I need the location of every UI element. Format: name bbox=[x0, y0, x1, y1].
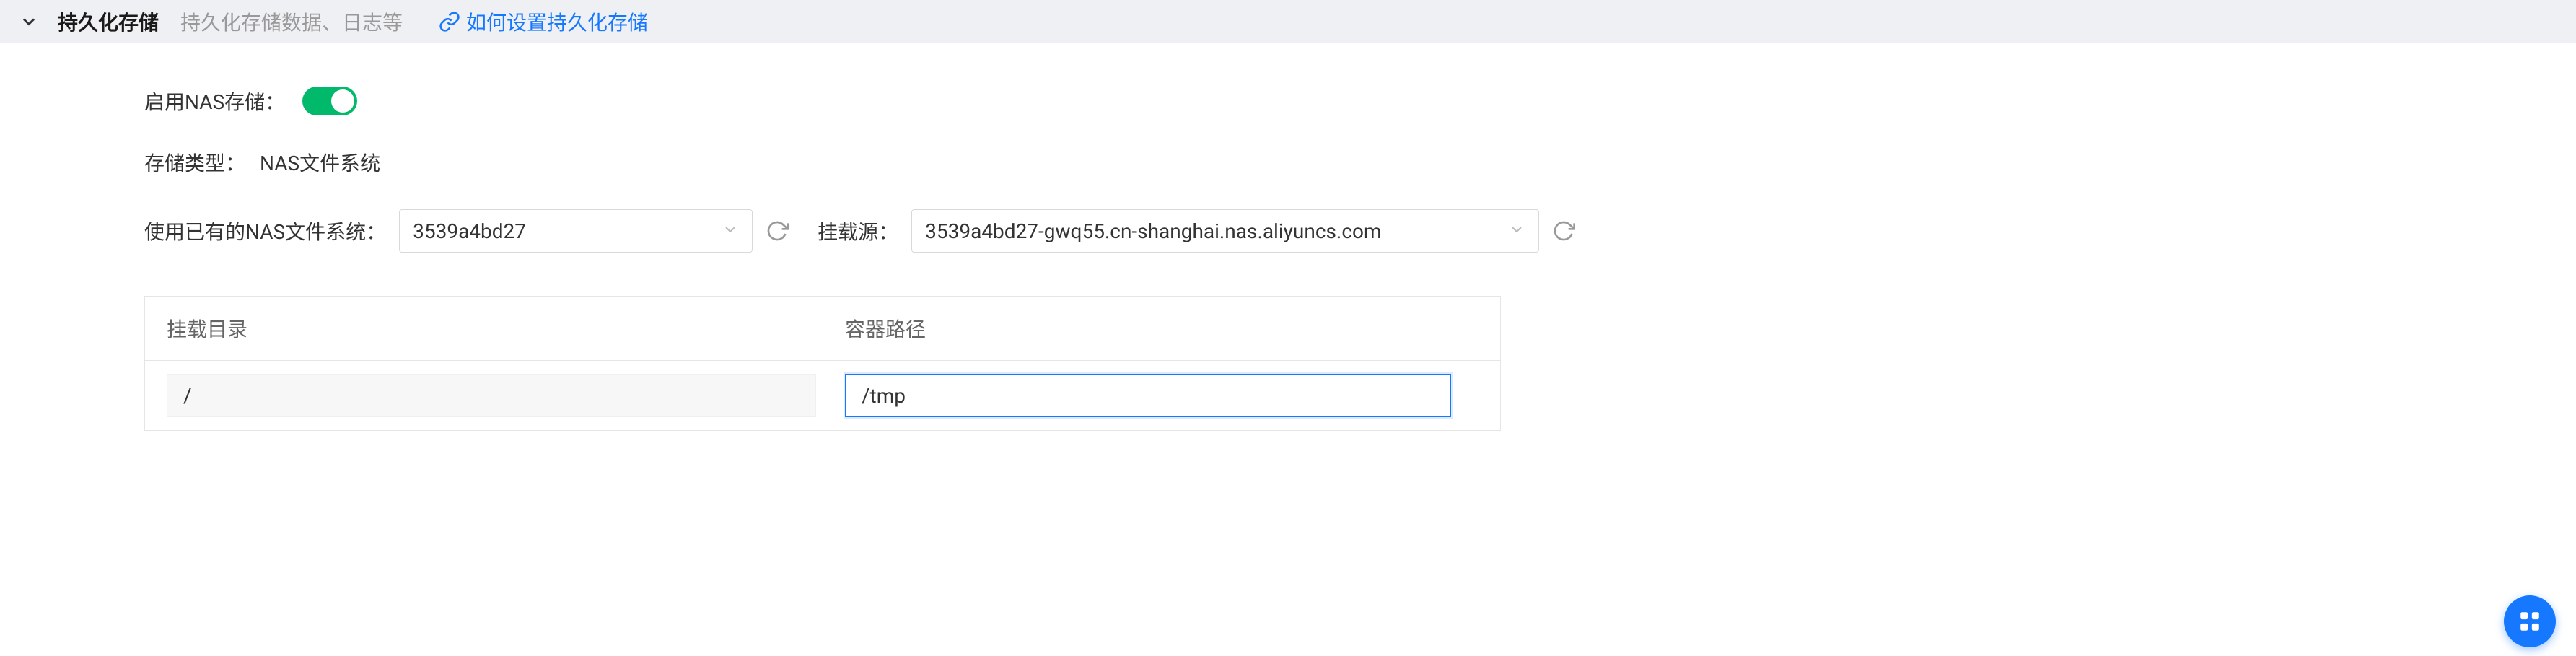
enable-nas-label: 启用NAS存储： bbox=[144, 87, 285, 115]
use-existing-nas-label: 使用已有的NAS文件系统： bbox=[144, 217, 386, 245]
storage-type-value: NAS文件系统 bbox=[260, 148, 380, 177]
storage-type-label: 存储类型： bbox=[144, 148, 245, 177]
help-link[interactable]: 如何设置持久化存储 bbox=[439, 7, 648, 36]
chevron-down-icon bbox=[1508, 219, 1525, 243]
apps-grid-icon bbox=[2518, 609, 2542, 634]
section-title: 持久化存储 bbox=[58, 7, 159, 36]
nas-fs-select[interactable]: 3539a4bd27 bbox=[399, 209, 753, 253]
storage-type-row: 存储类型： NAS文件系统 bbox=[144, 148, 2576, 177]
mount-source-select[interactable]: 3539a4bd27-gwq55.cn-shanghai.nas.aliyunc… bbox=[911, 209, 1539, 253]
enable-nas-toggle[interactable] bbox=[302, 87, 357, 115]
mount-table: 挂载目录 容器路径 bbox=[144, 296, 1501, 431]
form-area: 启用NAS存储： 存储类型： NAS文件系统 使用已有的NAS文件系统： 353… bbox=[0, 43, 2576, 431]
nas-fs-selected-value: 3539a4bd27 bbox=[413, 219, 526, 243]
section-header: 持久化存储 持久化存储数据、日志等 如何设置持久化存储 bbox=[0, 0, 2576, 43]
mount-source-group: 挂载源： 3539a4bd27-gwq55.cn-shanghai.nas.al… bbox=[818, 209, 1575, 253]
help-link-text: 如何设置持久化存储 bbox=[466, 7, 648, 36]
apps-fab-button[interactable] bbox=[2504, 595, 2556, 647]
container-path-input[interactable] bbox=[845, 374, 1451, 417]
column-header-container-path: 容器路径 bbox=[838, 297, 1473, 360]
table-row bbox=[145, 361, 1500, 430]
mount-source-selected-value: 3539a4bd27-gwq55.cn-shanghai.nas.aliyunc… bbox=[925, 219, 1381, 243]
section-subtitle: 持久化存储数据、日志等 bbox=[180, 7, 403, 36]
refresh-nas-button[interactable] bbox=[766, 219, 789, 242]
link-icon bbox=[439, 11, 460, 32]
collapse-chevron-icon[interactable] bbox=[14, 7, 43, 36]
enable-nas-row: 启用NAS存储： bbox=[144, 87, 2576, 115]
column-header-mount-dir: 挂载目录 bbox=[145, 297, 838, 360]
table-header: 挂载目录 容器路径 bbox=[145, 297, 1500, 361]
toggle-knob bbox=[331, 89, 354, 113]
mount-source-label: 挂载源： bbox=[818, 217, 898, 245]
nas-select-row: 使用已有的NAS文件系统： 3539a4bd27 挂载源： 3539a4bd27… bbox=[144, 209, 2576, 253]
nas-fs-group: 使用已有的NAS文件系统： 3539a4bd27 bbox=[144, 209, 789, 253]
chevron-down-icon bbox=[722, 219, 739, 243]
refresh-mount-button[interactable] bbox=[1552, 219, 1575, 242]
mount-dir-input[interactable] bbox=[167, 374, 816, 417]
